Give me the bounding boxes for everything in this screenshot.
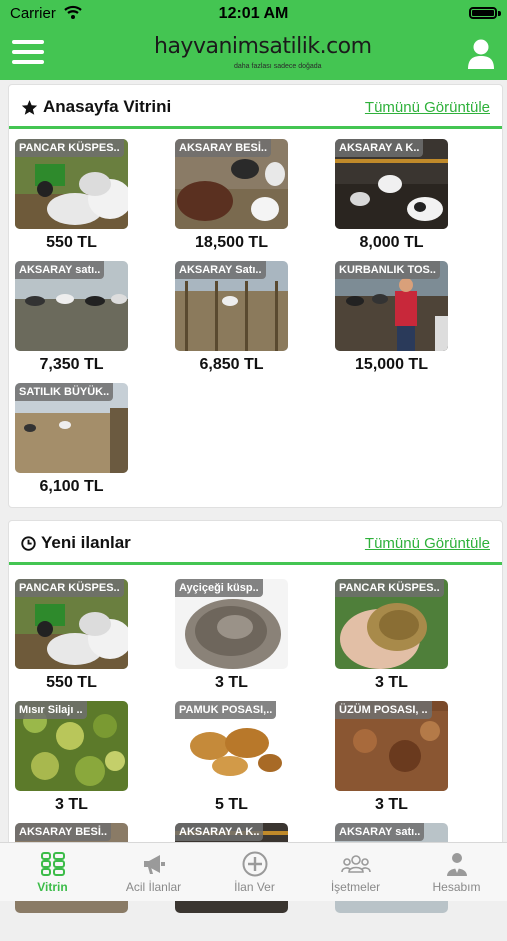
listing-photo: SATILIK BÜYÜK.. <box>15 383 128 473</box>
listing-tag: PANCAR KÜSPES.. <box>15 579 124 597</box>
listing-photo: AKSARAY A K.. <box>335 139 448 229</box>
tab-hesabim-label: Hesabım <box>432 880 481 894</box>
listing-tag: AKSARAY BESİ.. <box>15 823 112 841</box>
logo-text: hayvanimsatilik.com <box>154 34 372 59</box>
hamburger-menu-icon[interactable] <box>12 40 44 68</box>
tab-vitrin-label: Vitrin <box>37 880 68 894</box>
listing-photo: Ayçiçeği küsp.. <box>175 579 288 669</box>
listing-photo: PANCAR KÜSPES.. <box>15 139 128 229</box>
listing-tag: PAMUK POSASI,.. <box>175 701 277 719</box>
clock-time: 12:01 AM <box>218 5 289 22</box>
listing-photo: AKSARAY Satı.. <box>175 261 288 351</box>
new-listings-section: Yeni ilanlar Tümünü Görüntüle PANCAR KÜS… <box>8 520 503 913</box>
listing-tag: AKSARAY A K.. <box>335 139 424 157</box>
account-icon <box>446 853 467 876</box>
listing-price: 3 TL <box>375 796 408 813</box>
listing-tag: Ayçiçeği küsp.. <box>175 579 263 597</box>
megaphone-icon <box>143 855 165 874</box>
listing-price: 5 TL <box>215 796 248 813</box>
listing-price: 6,100 TL <box>39 478 104 495</box>
tab-isetmeler-label: İşetmeler <box>330 880 381 894</box>
listing-card[interactable]: PANCAR KÜSPES.. 550 TL <box>9 577 169 697</box>
new-listings-header: Yeni ilanlar Tümünü Görüntüle <box>9 521 502 565</box>
new-listings-title: Yeni ilanlar <box>21 533 131 553</box>
listing-card[interactable]: PAMUK POSASI,.. 5 TL <box>169 699 329 819</box>
listing-tag: ÜZÜM POSASI, .. <box>335 701 432 719</box>
listing-price: 6,850 TL <box>199 356 264 373</box>
listing-card[interactable]: AKSARAY Satı.. 6,850 TL <box>169 259 329 379</box>
listing-price: 7,350 TL <box>39 356 104 373</box>
listing-card[interactable]: AKSARAY BESİ.. 18,500 TL <box>169 137 329 257</box>
listing-photo: PAMUK POSASI,.. <box>175 701 288 791</box>
showcase-section: Anasayfa Vitrini Tümünü Görüntüle PANCAR… <box>8 84 503 508</box>
listing-tag: PANCAR KÜSPES.. <box>335 579 444 597</box>
showcase-title-text: Anasayfa Vitrini <box>43 97 172 116</box>
listing-price: 15,000 TL <box>355 356 428 373</box>
logo-slogan: daha fazlası sadece doğada <box>234 63 322 70</box>
plus-circle-icon <box>242 851 267 877</box>
listing-tag: AKSARAY A K.. <box>175 823 264 841</box>
listing-card[interactable]: Mısır Silajı .. 3 TL <box>9 699 169 819</box>
listing-price: 8,000 TL <box>359 234 424 251</box>
listing-card[interactable]: AKSARAY satı.. 7,350 TL <box>9 259 169 379</box>
listing-card[interactable]: PANCAR KÜSPES.. 3 TL <box>329 577 489 697</box>
tab-acil-ilanlar[interactable]: Acil İlanlar <box>103 843 204 901</box>
grid-icon <box>40 852 65 876</box>
battery-icon <box>469 7 497 19</box>
listing-photo: AKSARAY BESİ.. <box>175 139 288 229</box>
showcase-title: Anasayfa Vitrini <box>21 97 171 117</box>
listing-price: 3 TL <box>375 674 408 691</box>
tab-hesabim[interactable]: Hesabım <box>406 843 507 901</box>
listing-price: 3 TL <box>55 796 88 813</box>
clock-icon <box>21 535 36 551</box>
group-icon <box>340 855 371 873</box>
user-profile-icon[interactable] <box>467 38 495 70</box>
listing-price: 3 TL <box>215 674 248 691</box>
listing-card[interactable]: PANCAR KÜSPES.. 550 TL <box>9 137 169 257</box>
showcase-view-all-link[interactable]: Tümünü Görüntüle <box>365 99 490 116</box>
listing-card[interactable]: AKSARAY A K.. 8,000 TL <box>329 137 489 257</box>
listing-photo: PANCAR KÜSPES.. <box>335 579 448 669</box>
listing-card[interactable]: KURBANLIK TOS.. 15,000 TL <box>329 259 489 379</box>
listing-tag: SATILIK BÜYÜK.. <box>15 383 114 401</box>
listing-tag: AKSARAY BESİ.. <box>175 139 272 157</box>
listing-photo: Mısır Silajı .. <box>15 701 128 791</box>
listing-price: 550 TL <box>46 674 97 691</box>
listing-card[interactable]: SATILIK BÜYÜK.. 6,100 TL <box>9 381 169 501</box>
tab-ilan-ver[interactable]: İlan Ver <box>204 843 305 901</box>
new-listings-view-all-link[interactable]: Tümünü Görüntüle <box>365 535 490 552</box>
battery-tip <box>498 11 501 16</box>
listing-photo: AKSARAY satı.. <box>15 261 128 351</box>
listing-photo: PANCAR KÜSPES.. <box>15 579 128 669</box>
listing-tag: KURBANLIK TOS.. <box>335 261 440 279</box>
tab-acil-ilanlar-label: Acil İlanlar <box>125 880 182 894</box>
listing-card[interactable]: Ayçiçeği küsp.. 3 TL <box>169 577 329 697</box>
listing-card[interactable]: ÜZÜM POSASI, .. 3 TL <box>329 699 489 819</box>
listing-price: 18,500 TL <box>195 234 268 251</box>
site-logo[interactable]: hayvanimsatilik.com daha fazlası sadece … <box>154 34 372 74</box>
tab-vitrin[interactable]: Vitrin <box>2 843 103 901</box>
tab-isetmeler[interactable]: İşetmeler <box>305 843 406 901</box>
listing-photo: KURBANLIK TOS.. <box>335 261 448 351</box>
listing-tag: AKSARAY Satı.. <box>175 261 266 279</box>
listing-photo: ÜZÜM POSASI, .. <box>335 701 448 791</box>
showcase-header: Anasayfa Vitrini Tümünü Görüntüle <box>9 85 502 129</box>
listing-tag: AKSARAY satı.. <box>335 823 425 841</box>
new-listings-title-text: Yeni ilanlar <box>41 533 131 552</box>
app-header: Carrier 12:01 AM hayvanimsatilik.com dah… <box>0 0 507 80</box>
listing-tag: AKSARAY satı.. <box>15 261 105 279</box>
status-bar: Carrier 12:01 AM <box>0 0 507 28</box>
bottom-tab-bar: Vitrin Acil İlanlar İlan Ver İşetmeler H… <box>0 842 507 901</box>
listing-tag: PANCAR KÜSPES.. <box>15 139 124 157</box>
tab-ilan-ver-label: İlan Ver <box>234 880 275 894</box>
star-icon <box>21 99 38 115</box>
listing-tag: Mısır Silajı .. <box>15 701 87 719</box>
listing-price: 550 TL <box>46 234 97 251</box>
